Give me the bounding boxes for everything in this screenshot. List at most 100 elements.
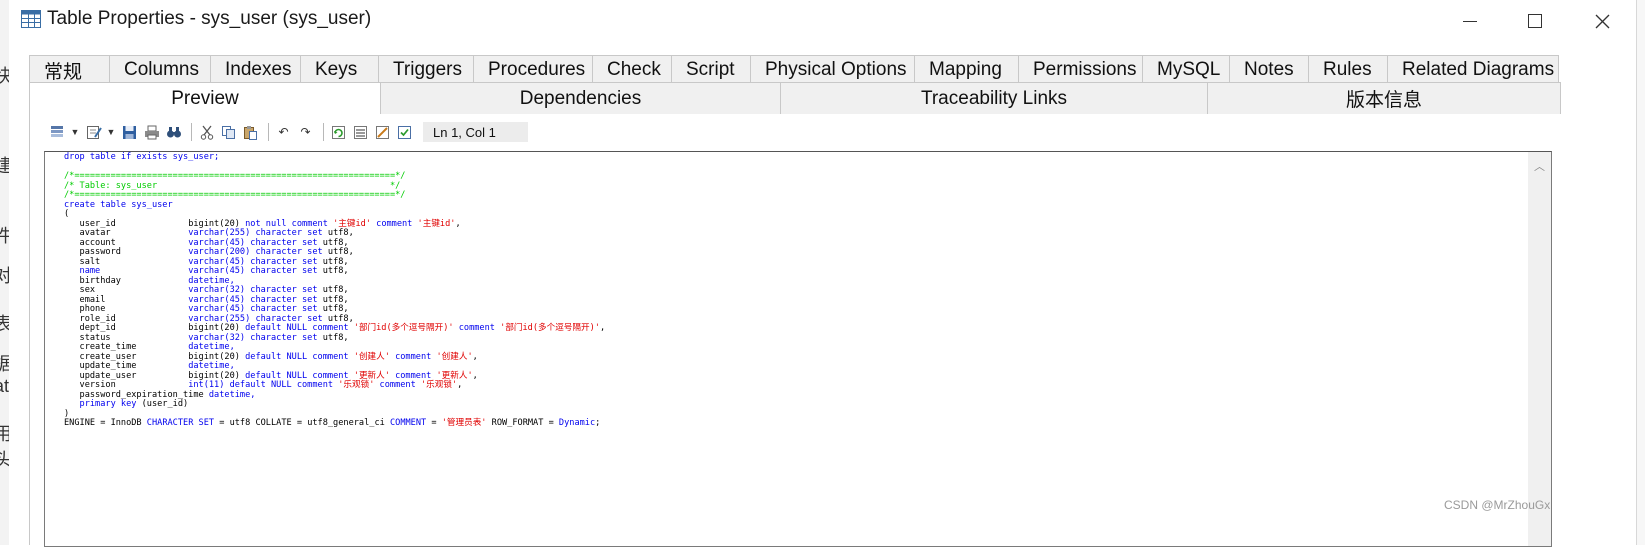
window-title: Table Properties - sys_user (sys_user) <box>47 8 372 29</box>
code-token: avatar <box>64 228 189 238</box>
code-token: '部门id(多个逗号隔开)' <box>353 323 454 333</box>
code-line: primary key (user_id) <box>64 399 605 410</box>
code-token: default NULL comment <box>245 370 354 381</box>
tab-keys[interactable]: Keys <box>300 55 379 84</box>
code-token: comment <box>389 351 437 362</box>
tab-procedures[interactable]: Procedures <box>473 55 593 84</box>
undo-icon[interactable]: ↶ <box>274 123 293 142</box>
code-token: utf8, <box>322 304 349 314</box>
tab-script[interactable]: Script <box>671 55 751 84</box>
refresh-icon[interactable] <box>329 123 348 142</box>
code-token: Dynamic <box>558 418 596 428</box>
code-token: varchar(32) character set <box>188 285 323 295</box>
code-token: '创建人' <box>436 351 473 362</box>
code-token: ENGINE = InnoDB <box>64 418 147 428</box>
title-bar[interactable]: Table Properties - sys_user (sys_user) <box>9 0 1637 42</box>
tab-columns[interactable]: Columns <box>109 55 211 84</box>
code-token: ) <box>64 408 70 419</box>
tab-related-diagrams[interactable]: Related Diagrams <box>1387 55 1559 84</box>
copy-icon[interactable] <box>219 123 238 142</box>
chevron-up-icon[interactable]: ︿ <box>1534 158 1545 174</box>
code-token: '主键id' <box>333 218 371 229</box>
tab-version-info[interactable]: 版本信息 <box>1207 82 1561 115</box>
vertical-scrollbar[interactable]: ︿ <box>1528 152 1551 546</box>
code-token: comment <box>389 370 437 381</box>
tab-indexes[interactable]: Indexes <box>210 55 301 84</box>
code-token: ; <box>595 418 601 428</box>
code-token: version <box>64 380 189 390</box>
chevron-down-icon[interactable]: ▼ <box>106 123 116 142</box>
maximize-button[interactable] <box>1512 4 1558 38</box>
code-token: varchar(45) character set <box>188 304 323 314</box>
chevron-down-icon[interactable]: ▼ <box>70 123 80 142</box>
toolbar-separator <box>268 123 269 141</box>
minimize-button[interactable] <box>1447 4 1493 38</box>
code-token: email <box>64 294 189 305</box>
code-token: utf8, <box>327 228 354 238</box>
save-icon[interactable] <box>120 123 139 142</box>
edit-generation-options-icon[interactable] <box>373 123 392 142</box>
code-token: datetime, <box>188 361 235 371</box>
code-token: bigint(20) <box>188 370 246 381</box>
code-token: utf8, <box>322 332 349 343</box>
tab-traceability-links[interactable]: Traceability Links <box>780 82 1208 115</box>
show-generation-options-icon[interactable] <box>351 123 370 142</box>
tab-general[interactable]: 常规 <box>29 55 110 84</box>
find-icon[interactable] <box>164 123 183 142</box>
code-token: = <box>431 418 442 428</box>
code-token: '创建人' <box>353 351 390 362</box>
code-token: int(11) default NULL comment <box>188 380 339 390</box>
sql-preview-editor[interactable]: drop table if exists sys_user; /*========… <box>44 151 1552 547</box>
close-button[interactable] <box>1579 4 1625 38</box>
code-token: '更新人' <box>436 370 473 381</box>
tab-dependencies[interactable]: Dependencies <box>380 82 781 115</box>
tab-check[interactable]: Check <box>592 55 672 84</box>
code-line: create table sys_user <box>64 200 605 211</box>
print-icon[interactable] <box>142 123 161 142</box>
code-token: utf8, <box>322 285 349 295</box>
code-token: datetime, <box>188 275 235 286</box>
tab-notes[interactable]: Notes <box>1229 55 1309 84</box>
code-token: '乐观锁' <box>338 380 375 390</box>
code-token: bigint(20) <box>188 218 246 229</box>
redo-icon[interactable]: ↷ <box>296 123 315 142</box>
code-token: default NULL comment <box>245 351 354 362</box>
code-token: varchar(255) character set <box>188 313 328 324</box>
sql-menu-icon[interactable] <box>48 123 67 142</box>
code-token: /*======================================… <box>64 190 406 200</box>
code-token: birthday <box>64 275 189 286</box>
code-token: comment <box>374 380 421 390</box>
code-token: , <box>472 370 478 381</box>
table-icon <box>21 10 41 28</box>
code-token: password_expiration_time <box>64 389 209 400</box>
code-token: COMMENT <box>389 418 432 428</box>
tab-mysql[interactable]: MySQL <box>1142 55 1230 84</box>
preview-options-icon[interactable] <box>395 123 414 142</box>
tab-strip-primary: 常规 Columns Indexes Keys Triggers Procedu… <box>29 55 1637 84</box>
code-token: varchar(200) character set <box>188 247 328 257</box>
code-token: varchar(45) character set <box>188 266 323 276</box>
close-icon <box>1595 14 1609 28</box>
tab-rules[interactable]: Rules <box>1308 55 1388 84</box>
code-token: varchar(255) character set <box>188 228 328 238</box>
code-token: name <box>64 266 189 276</box>
tab-triggers[interactable]: Triggers <box>378 55 474 84</box>
code-token: /* Table: sys_user */ <box>64 180 401 191</box>
tab-permissions[interactable]: Permissions <box>1018 55 1143 84</box>
tab-mapping[interactable]: Mapping <box>914 55 1019 84</box>
cursor-position: Ln 1, Col 1 <box>423 122 528 142</box>
toolbar-separator <box>191 123 192 141</box>
tab-preview[interactable]: Preview <box>29 82 381 115</box>
tab-physical-options[interactable]: Physical Options <box>750 55 915 84</box>
code-token: primary key <box>64 399 142 409</box>
code-token: = utf8 COLLATE = utf8_general_ci <box>219 418 390 428</box>
code-line: drop table if exists sys_user; <box>64 152 605 163</box>
code-token: CHARACTER SET <box>146 418 220 428</box>
preview-panel: ▼ ▼ ↶ ↷ Ln 1, Col 1 drop table if exists… <box>29 114 1630 547</box>
code-token: create_user <box>64 351 189 362</box>
cut-icon[interactable] <box>197 123 216 142</box>
table-properties-dialog: Table Properties - sys_user (sys_user) 常… <box>9 0 1637 547</box>
toolbar-separator <box>323 123 324 141</box>
edit-menu-icon[interactable] <box>84 123 103 142</box>
paste-icon[interactable] <box>241 123 260 142</box>
